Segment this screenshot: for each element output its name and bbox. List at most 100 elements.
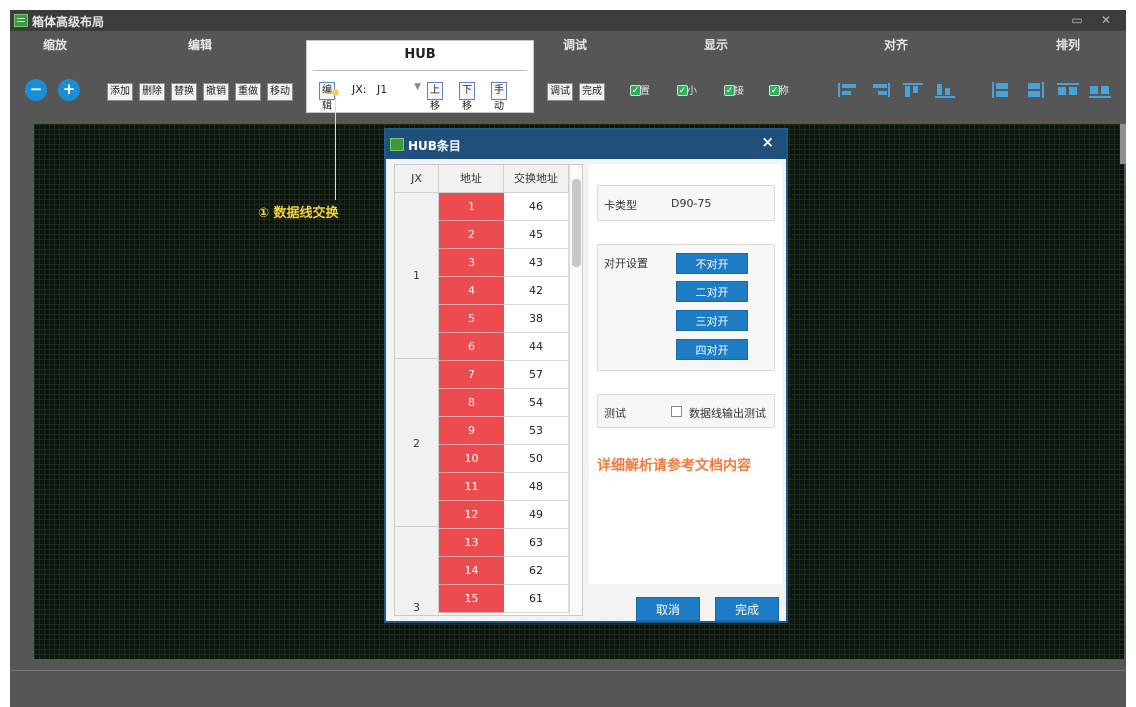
app-window: 箱体高级布局 ▭ ✕ 缩放 编辑 调试 显示 对齐 排列 − + 添加 删除 替… xyxy=(10,10,1126,707)
swap-address-cell[interactable]: 42 xyxy=(504,277,569,305)
swap-address-cell[interactable]: 62 xyxy=(504,557,569,585)
split-two-button[interactable]: 二对开 xyxy=(676,281,748,302)
check-position[interactable]: ✓位置 xyxy=(630,85,650,99)
checkbox-checked-icon: ✓ xyxy=(630,85,641,96)
group-zoom: 缩放 xyxy=(42,38,67,52)
card-type-box: 卡类型 D90-75 xyxy=(597,185,775,221)
address-cell[interactable]: 7 xyxy=(439,361,504,389)
split-label: 对开设置 xyxy=(604,257,648,270)
redo-button[interactable]: 重做 xyxy=(235,83,261,101)
move-button[interactable]: 移动 xyxy=(267,83,293,101)
settings-pane: 卡类型 D90-75 对开设置 不对开 二对开 三对开 四对开 测试 数据线输出… xyxy=(589,164,782,584)
col-jx: JX xyxy=(395,165,439,193)
address-cell[interactable]: 4 xyxy=(439,277,504,305)
table-scrollbar[interactable] xyxy=(569,165,582,615)
debug-button[interactable]: 调试 xyxy=(547,83,573,101)
window-title: 箱体高级布局 xyxy=(32,15,105,29)
add-button[interactable]: 添加 xyxy=(107,83,133,101)
zoom-out-icon[interactable]: − xyxy=(25,79,47,101)
swap-address-cell[interactable]: 45 xyxy=(504,221,569,249)
jx-group-1: 1 xyxy=(395,193,439,359)
address-cell[interactable]: 12 xyxy=(439,501,504,529)
swap-address-cell[interactable]: 53 xyxy=(504,417,569,445)
swap-address-cell[interactable]: 46 xyxy=(504,193,569,221)
split-four-button[interactable]: 四对开 xyxy=(676,339,748,360)
address-cell[interactable]: 1 xyxy=(439,193,504,221)
group-edit: 编辑 xyxy=(187,38,212,52)
group-arrange: 排列 xyxy=(1055,38,1080,52)
arrange-vertical-right-icon[interactable] xyxy=(1024,81,1046,99)
replace-button[interactable]: 替换 xyxy=(171,83,197,101)
swap-address-cell[interactable]: 50 xyxy=(504,445,569,473)
jx-group-label: 1 xyxy=(413,269,420,282)
jx-group-2: 2 xyxy=(395,359,439,527)
address-cell[interactable]: 5 xyxy=(439,305,504,333)
align-left-icon[interactable] xyxy=(838,81,860,99)
close-button[interactable]: ✕ xyxy=(1097,12,1115,28)
callout-line xyxy=(335,92,336,200)
group-align: 对齐 xyxy=(883,38,908,52)
output-test-checkbox[interactable] xyxy=(671,406,682,417)
group-display: 显示 xyxy=(703,38,728,52)
address-cell[interactable]: 3 xyxy=(439,249,504,277)
zoom-in-icon[interactable]: + xyxy=(58,79,80,101)
split-none-button[interactable]: 不对开 xyxy=(676,253,748,274)
swap-address-cell[interactable]: 63 xyxy=(504,529,569,557)
swap-address-cell[interactable]: 38 xyxy=(504,305,569,333)
jx-value: J1 xyxy=(377,83,388,96)
swap-address-cell[interactable]: 57 xyxy=(504,361,569,389)
arrange-vertical-icon[interactable] xyxy=(992,81,1014,99)
checkbox-checked-icon: ✓ xyxy=(677,85,688,96)
app-icon xyxy=(14,14,28,27)
arrange-horizontal-icon[interactable] xyxy=(1056,81,1079,99)
address-cell[interactable]: 2 xyxy=(439,221,504,249)
table-scroll-thumb[interactable] xyxy=(572,179,581,267)
address-cell[interactable]: 11 xyxy=(439,473,504,501)
address-cell[interactable]: 14 xyxy=(439,557,504,585)
address-cell[interactable]: 15 xyxy=(439,585,504,613)
split-three-button[interactable]: 三对开 xyxy=(676,310,748,331)
checkbox-checked-icon: ✓ xyxy=(724,85,735,96)
address-cell[interactable]: 13 xyxy=(439,529,504,557)
address-cell[interactable]: 6 xyxy=(439,333,504,361)
dialog-app-icon xyxy=(390,138,404,151)
dialog-close-icon[interactable]: × xyxy=(761,133,774,151)
address-cell[interactable]: 10 xyxy=(439,445,504,473)
align-top-icon[interactable] xyxy=(902,81,924,99)
output-test-label: 数据线输出测试 xyxy=(689,407,766,420)
swap-address-cell[interactable]: 44 xyxy=(504,333,569,361)
card-type-label: 卡类型 xyxy=(604,199,637,212)
hub-table: JX 地址 交换地址 1 2 3 1 46 2 45 3 43 4 42 5 38 6 44 7 57 8 5… xyxy=(394,164,583,616)
check-connection[interactable]: ✓连接 xyxy=(724,85,744,99)
dialog-title-bar: HUB条目 × xyxy=(386,130,786,159)
swap-address-cell[interactable]: 61 xyxy=(504,585,569,613)
swap-address-cell[interactable]: 48 xyxy=(504,473,569,501)
undo-button[interactable]: 撤销 xyxy=(203,83,229,101)
done-button[interactable]: 完成 xyxy=(715,597,779,621)
arrange-horizontal-bottom-icon[interactable] xyxy=(1088,81,1111,99)
move-down-button[interactable]: 下移 xyxy=(459,82,475,112)
group-debug: 调试 xyxy=(562,38,587,52)
swap-address-cell[interactable]: 43 xyxy=(504,249,569,277)
callout-label: ① 数据线交换 xyxy=(258,206,339,221)
jx-group-label: 2 xyxy=(413,437,420,450)
jx-select[interactable]: J1 ▼ xyxy=(377,82,423,99)
address-cell[interactable]: 8 xyxy=(439,389,504,417)
jx-label: JX: xyxy=(352,83,367,96)
swap-address-cell[interactable]: 54 xyxy=(504,389,569,417)
align-bottom-icon[interactable] xyxy=(934,81,956,99)
align-right-icon[interactable] xyxy=(870,81,892,99)
maximize-button[interactable]: ▭ xyxy=(1068,12,1086,28)
swap-address-cell[interactable]: 49 xyxy=(504,501,569,529)
address-cell[interactable]: 9 xyxy=(439,417,504,445)
callout-dot xyxy=(332,89,339,96)
canvas-scrollbar[interactable] xyxy=(1120,124,1126,164)
checkbox-checked-icon: ✓ xyxy=(769,85,780,96)
check-name[interactable]: ✓名称 xyxy=(769,85,789,99)
check-size[interactable]: ✓大小 xyxy=(677,85,697,99)
manual-button[interactable]: 手动 xyxy=(491,82,507,112)
cancel-button[interactable]: 取消 xyxy=(636,597,700,621)
move-up-button[interactable]: 上移 xyxy=(427,82,443,112)
delete-button[interactable]: 删除 xyxy=(139,83,165,101)
debug-done-button[interactable]: 完成 xyxy=(579,83,605,101)
